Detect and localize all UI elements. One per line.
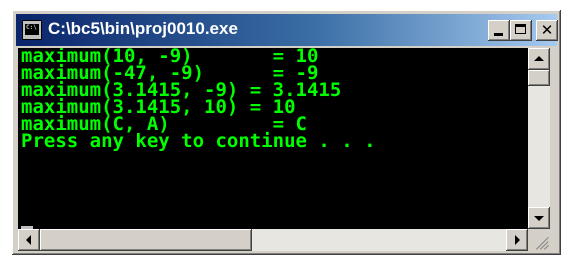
minimize-button[interactable] (488, 20, 510, 41)
scroll-left-button[interactable] (18, 229, 40, 251)
console-icon-text: C:\ (26, 24, 37, 31)
vertical-scrollbar[interactable] (528, 48, 550, 229)
title-bar[interactable]: C:\ C:\bc5\bin\proj0010.exe ✕ (16, 14, 558, 46)
arrow-up-icon (534, 56, 544, 61)
close-button[interactable]: ✕ (536, 20, 558, 41)
scroll-up-button[interactable] (528, 48, 550, 70)
resize-grip-icon[interactable] (528, 229, 550, 251)
horizontal-scroll-thumb[interactable] (40, 229, 252, 251)
scroll-down-button[interactable] (528, 207, 550, 229)
minimize-icon (494, 33, 503, 36)
close-icon: ✕ (540, 21, 554, 39)
window-title: C:\bc5\bin\proj0010.exe (48, 19, 238, 38)
console-window: C:\ C:\bc5\bin\proj0010.exe ✕ maximum(10… (12, 10, 561, 255)
arrow-left-icon (26, 235, 31, 245)
arrow-right-icon (515, 235, 520, 245)
console-prompt-line: Press any key to continue . . . (21, 130, 376, 152)
horizontal-scrollbar[interactable] (18, 229, 528, 251)
vertical-scroll-thumb[interactable] (528, 70, 550, 86)
scroll-right-button[interactable] (506, 229, 528, 251)
console-output[interactable]: maximum(10, -9) = 10 maximum(-47, -9) = … (18, 48, 528, 229)
maximize-icon (515, 24, 526, 34)
console-app-icon[interactable]: C:\ (22, 20, 42, 40)
arrow-down-icon (534, 216, 544, 221)
maximize-button[interactable] (510, 20, 532, 41)
